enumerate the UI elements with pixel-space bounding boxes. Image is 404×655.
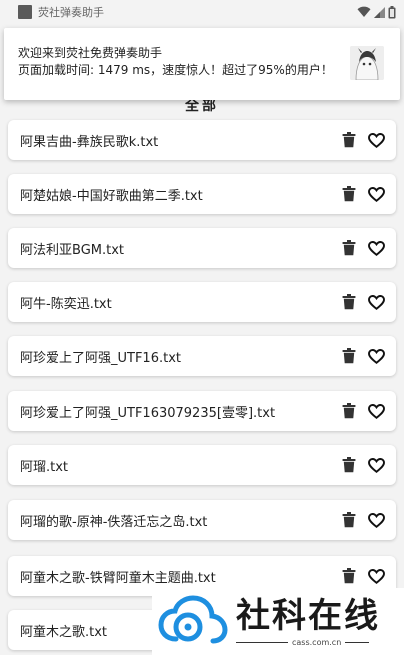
trash-icon[interactable] — [340, 402, 358, 420]
song-item[interactable]: 阿果吉曲-彝族民歌k.txt — [8, 120, 396, 160]
status-icons — [357, 5, 396, 19]
toast-welcome-text: 欢迎来到荧社免费弹奏助手 — [18, 46, 163, 60]
heart-outline-icon[interactable] — [367, 511, 385, 529]
song-name: 阿珍爱上了阿强_UTF16.txt — [20, 350, 181, 366]
trash-icon[interactable] — [340, 239, 358, 257]
song-item[interactable]: 阿牛-陈奕迅.txt — [8, 282, 396, 322]
trash-icon[interactable] — [340, 185, 358, 203]
trash-icon[interactable] — [340, 293, 358, 311]
heart-outline-icon[interactable] — [367, 293, 385, 311]
battery-icon — [388, 5, 396, 18]
trash-icon[interactable] — [340, 347, 358, 365]
status-app-title: 荧社弹奏助手 — [38, 6, 104, 19]
song-name: 阿珍爱上了阿强_UTF163079235[壹零].txt — [20, 405, 276, 421]
song-item[interactable]: 阿珍爱上了阿强_UTF163079235[壹零].txt — [8, 391, 396, 431]
trash-icon[interactable] — [340, 511, 358, 529]
heart-outline-icon[interactable] — [367, 131, 385, 149]
heart-outline-icon[interactable] — [367, 402, 385, 420]
watermark-title: 社科在线 — [236, 596, 380, 636]
heart-outline-icon[interactable] — [367, 456, 385, 474]
avatar — [350, 46, 384, 80]
trash-icon[interactable] — [340, 131, 358, 149]
song-item[interactable]: 阿珍爱上了阿强_UTF16.txt — [8, 336, 396, 376]
song-item[interactable]: 阿法利亚BGM.txt — [8, 228, 396, 268]
cloud-logo-icon — [158, 594, 228, 643]
welcome-toast: 欢迎来到荧社免费弹奏助手 页面加载时间: 1479 ms，速度惊人！超过了95%… — [4, 28, 400, 100]
song-item[interactable]: 阿瑠的歌-原神-佚落迁忘之岛.txt — [8, 500, 396, 540]
trash-icon[interactable] — [340, 456, 358, 474]
heart-outline-icon[interactable] — [367, 239, 385, 257]
app-notification-icon — [18, 5, 32, 19]
watermark-domain: cass.com.cn — [236, 638, 380, 647]
song-name: 阿童木之歌-铁臂阿童木主题曲.txt — [20, 570, 216, 586]
watermark: 社科在线 cass.com.cn — [152, 588, 404, 655]
heart-outline-icon[interactable] — [367, 185, 385, 203]
trash-icon[interactable] — [340, 567, 358, 585]
song-item[interactable]: 阿瑠.txt — [8, 445, 396, 485]
song-name: 阿法利亚BGM.txt — [20, 242, 125, 258]
song-name: 阿瑠的歌-原神-佚落迁忘之岛.txt — [20, 514, 208, 530]
cell-signal-icon — [374, 6, 385, 18]
toast-load-time-text: 页面加载时间: 1479 ms，速度惊人！超过了95%的用户！ — [18, 63, 333, 77]
heart-outline-icon[interactable] — [367, 567, 385, 585]
heart-outline-icon[interactable] — [367, 347, 385, 365]
song-name: 阿瑠.txt — [20, 459, 69, 475]
song-name: 阿牛-陈奕迅.txt — [20, 296, 112, 312]
song-name: 阿果吉曲-彝族民歌k.txt — [20, 134, 159, 150]
wifi-icon — [357, 6, 371, 17]
song-item[interactable]: 阿楚姑娘-中国好歌曲第二季.txt — [8, 174, 396, 214]
song-name: 阿楚姑娘-中国好歌曲第二季.txt — [20, 188, 203, 204]
status-bar: 荧社弹奏助手 — [0, 0, 404, 24]
